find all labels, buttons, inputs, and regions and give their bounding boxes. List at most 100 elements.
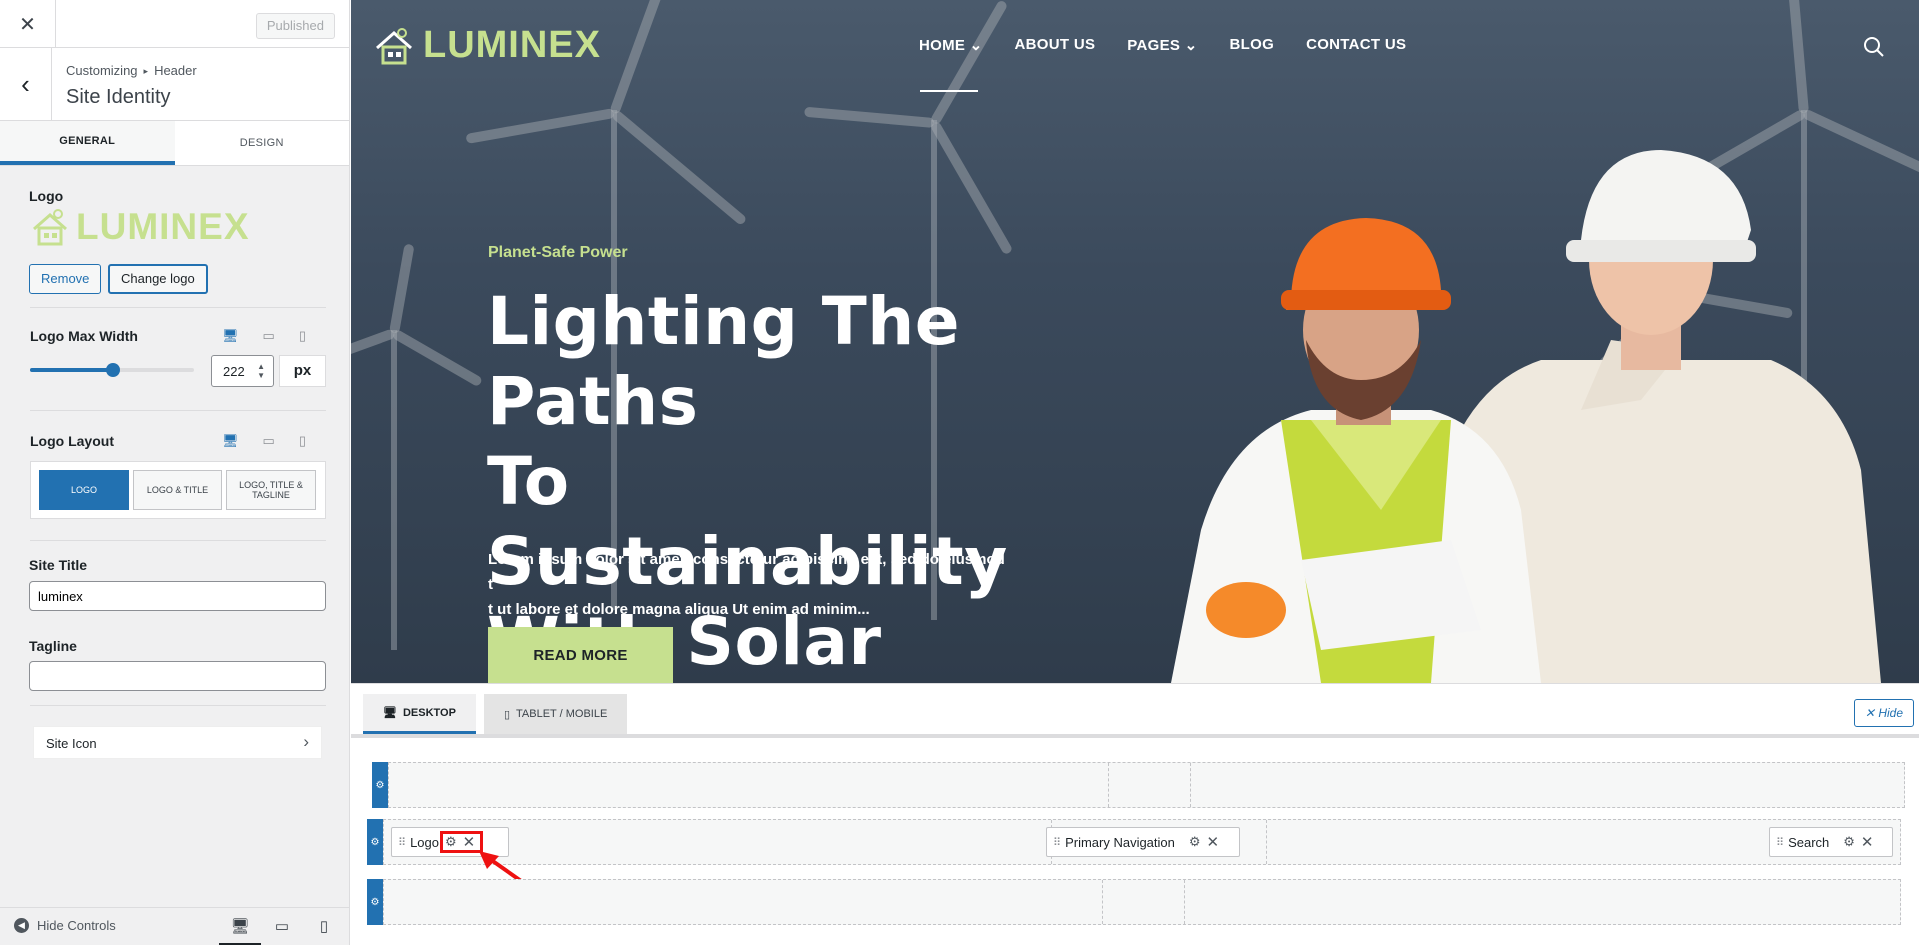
drag-handle-icon[interactable]: ⠿	[398, 836, 406, 849]
site-title-input[interactable]	[29, 581, 326, 611]
drag-handle-icon[interactable]: ⠿	[1776, 836, 1784, 849]
nav-home[interactable]: HOME ⌄	[919, 36, 983, 54]
desktop-icon[interactable]: 🖥	[222, 328, 239, 344]
sidebar-tabs: GENERAL DESIGN	[0, 121, 349, 166]
remove-item-icon[interactable]: ✕	[1861, 833, 1874, 851]
search-icon[interactable]	[1863, 36, 1885, 58]
hide-controls-button[interactable]: ◀ Hide Controls	[14, 918, 116, 933]
change-logo-button[interactable]: Change logo	[108, 264, 208, 294]
device-switcher: 🖥 ▭ ▯	[222, 433, 306, 449]
back-icon[interactable]: ‹	[0, 48, 52, 121]
logo-max-width-label: Logo Max Width	[30, 328, 138, 344]
close-icon[interactable]: ✕	[0, 0, 56, 48]
builder-row-bottom[interactable]	[383, 879, 1901, 925]
hero-eyebrow: Planet-Safe Power	[488, 244, 628, 261]
primary-navigation: HOME ⌄ ABOUT US PAGES ⌄ BLOG CONTACT US	[919, 36, 1406, 54]
unit-select[interactable]: px	[279, 355, 326, 387]
hide-builder-button[interactable]: ✕ Hide	[1853, 699, 1914, 727]
preview-device-switcher: 🖥 ▭ ▯	[219, 916, 345, 945]
logo-image-text: LUMINEX	[76, 206, 250, 247]
gear-icon[interactable]: ⚙	[1843, 834, 1855, 850]
sidebar-footer: ◀ Hide Controls 🖥 ▭ ▯	[0, 907, 349, 945]
logo-width-value: 222	[223, 364, 245, 379]
builder-item-primary-navigation[interactable]: ⠿ Primary Navigation ⚙ ✕	[1046, 827, 1240, 857]
tablet-preview-icon[interactable]: ▭	[261, 916, 303, 945]
builder-item-label: Logo	[410, 834, 439, 850]
layout-logo-title-option[interactable]: LOGO & TITLE	[133, 470, 222, 510]
nav-contact-us[interactable]: CONTACT US	[1306, 36, 1406, 54]
hero-paragraph-line: t ut labore et dolore magna aliqua Ut en…	[488, 601, 870, 618]
published-button[interactable]: Published	[255, 13, 335, 39]
mobile-icon[interactable]: ▯	[299, 328, 306, 344]
site-icon-control[interactable]: Site Icon ›	[33, 726, 322, 759]
divider	[30, 410, 326, 411]
divider	[30, 705, 326, 706]
active-nav-indicator	[920, 90, 978, 92]
remove-item-icon[interactable]: ✕	[1207, 833, 1220, 851]
slider-handle[interactable]	[106, 363, 120, 377]
mobile-preview-icon[interactable]: ▯	[303, 916, 345, 945]
divider	[30, 540, 326, 541]
tab-desktop-label: DESKTOP	[402, 706, 456, 719]
nav-pages[interactable]: PAGES ⌄	[1127, 36, 1197, 54]
row-settings-gear-icon[interactable]: ⚙	[372, 762, 388, 808]
builder-item-label: Search	[1788, 834, 1830, 850]
desktop-icon: 🖥	[383, 707, 397, 719]
site-title-label: Site Title	[29, 557, 88, 573]
section-title: Site Identity	[66, 86, 171, 108]
builder-row-top[interactable]	[388, 762, 1905, 808]
row-settings-gear-icon[interactable]: ⚙	[367, 879, 383, 925]
zone-divider	[1108, 763, 1109, 807]
desktop-preview-icon[interactable]: 🖥	[219, 916, 261, 945]
tab-tablet-mobile-label: TABLET / MOBILE	[516, 708, 608, 720]
hero-paragraph: Lorem ipsum dolor sit amet, consectetur …	[488, 547, 1008, 622]
tab-tablet-mobile[interactable]: ▯ TABLET / MOBILE	[483, 694, 628, 734]
close-icon: ✕	[1864, 706, 1879, 720]
header-builder-panel: 🖥 DESKTOP ▯ TABLET / MOBILE ✕ Hide ⚙ ⚙ ⠿ Lo…	[351, 683, 1919, 945]
hide-builder-label: Hide	[1878, 706, 1903, 720]
breadcrumb: Customizing ▸ Header	[66, 63, 197, 78]
house-logo-icon	[376, 27, 412, 64]
house-logo-icon	[33, 209, 67, 246]
gear-icon[interactable]: ⚙	[1189, 834, 1201, 850]
site-logo[interactable]: LUMINEX	[373, 24, 601, 67]
builder-item-search[interactable]: ⠿ Search ⚙ ✕	[1769, 827, 1893, 857]
stepper-icon[interactable]: ▲ ▼	[257, 362, 265, 380]
nav-about-us[interactable]: ABOUT US	[1015, 36, 1096, 54]
tab-general[interactable]: GENERAL	[0, 121, 175, 165]
hero-paragraph-line: Lorem ipsum dolor sit amet, consectetur …	[488, 551, 1005, 593]
collapse-icon: ◀	[14, 918, 29, 933]
desktop-icon[interactable]: 🖥	[222, 433, 239, 449]
hero-heading-line: Lighting The Paths	[487, 283, 961, 440]
tagline-input[interactable]	[29, 661, 326, 691]
customizer-sidebar: ✕ Published ‹ Customizing ▸ Header Site Id…	[0, 0, 350, 945]
zone-divider	[1266, 820, 1267, 864]
zone-divider	[1184, 880, 1185, 924]
builder-divider	[351, 734, 1919, 738]
sidebar-topbar: ✕ Published	[0, 0, 349, 48]
zone-divider	[1102, 880, 1103, 924]
zone-divider	[1190, 763, 1191, 807]
layout-logo-option[interactable]: LOGO	[39, 470, 129, 510]
section-header: ‹ Customizing ▸ Header Site Identity	[0, 48, 349, 121]
row-settings-gear-icon[interactable]: ⚙	[367, 819, 383, 865]
builder-device-tabs: 🖥 DESKTOP ▯ TABLET / MOBILE	[363, 694, 628, 734]
tablet-icon[interactable]: ▭	[263, 328, 275, 344]
layout-logo-title-tagline-option[interactable]: LOGO, TITLE & TAGLINE	[226, 470, 316, 510]
hero-heading: Lighting The Paths To Sustainability Wit…	[487, 282, 1107, 682]
read-more-button[interactable]: READ MORE	[488, 627, 673, 683]
drag-handle-icon[interactable]: ⠿	[1053, 836, 1061, 849]
engineers-photo	[1171, 150, 1881, 683]
logo-layout-label: Logo Layout	[30, 433, 114, 449]
tab-desktop[interactable]: 🖥 DESKTOP	[363, 694, 476, 734]
logo-width-input[interactable]: 222 ▲ ▼	[211, 355, 274, 387]
tab-design[interactable]: DESIGN	[175, 121, 350, 165]
remove-logo-button[interactable]: Remove	[29, 264, 102, 294]
nav-blog[interactable]: BLOG	[1230, 36, 1275, 54]
logo-width-slider[interactable]	[30, 363, 194, 377]
logo-preview: LUMINEX	[30, 206, 250, 248]
mobile-icon[interactable]: ▯	[299, 433, 306, 449]
tablet-icon[interactable]: ▭	[263, 433, 275, 449]
slider-fill	[30, 368, 112, 372]
site-icon-label: Site Icon	[46, 736, 97, 751]
